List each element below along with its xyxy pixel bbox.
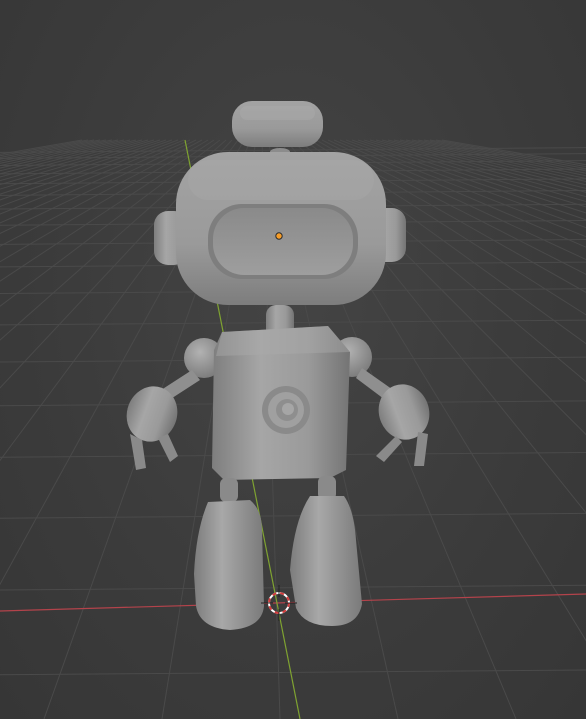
chest-button[interactable] [262,386,310,434]
grid-line [0,139,107,162]
grid-line [0,512,586,519]
grid-line [0,139,149,182]
grid-line [0,139,131,172]
grid-line [0,139,143,178]
grid-line [0,139,83,155]
grid-line [0,139,113,164]
grid-line [441,139,586,166]
grid-line [429,139,586,170]
grid-line [0,669,586,676]
grid-line [0,139,137,175]
origin-point-icon [275,232,283,240]
3d-viewport[interactable] [0,0,586,719]
visor[interactable] [208,204,358,279]
leg-right[interactable] [290,496,362,626]
viewport-scene[interactable] [0,0,586,719]
leg-left[interactable] [194,500,264,630]
grid-line [435,139,586,168]
grid-line [405,139,586,180]
hip-left [220,478,238,502]
